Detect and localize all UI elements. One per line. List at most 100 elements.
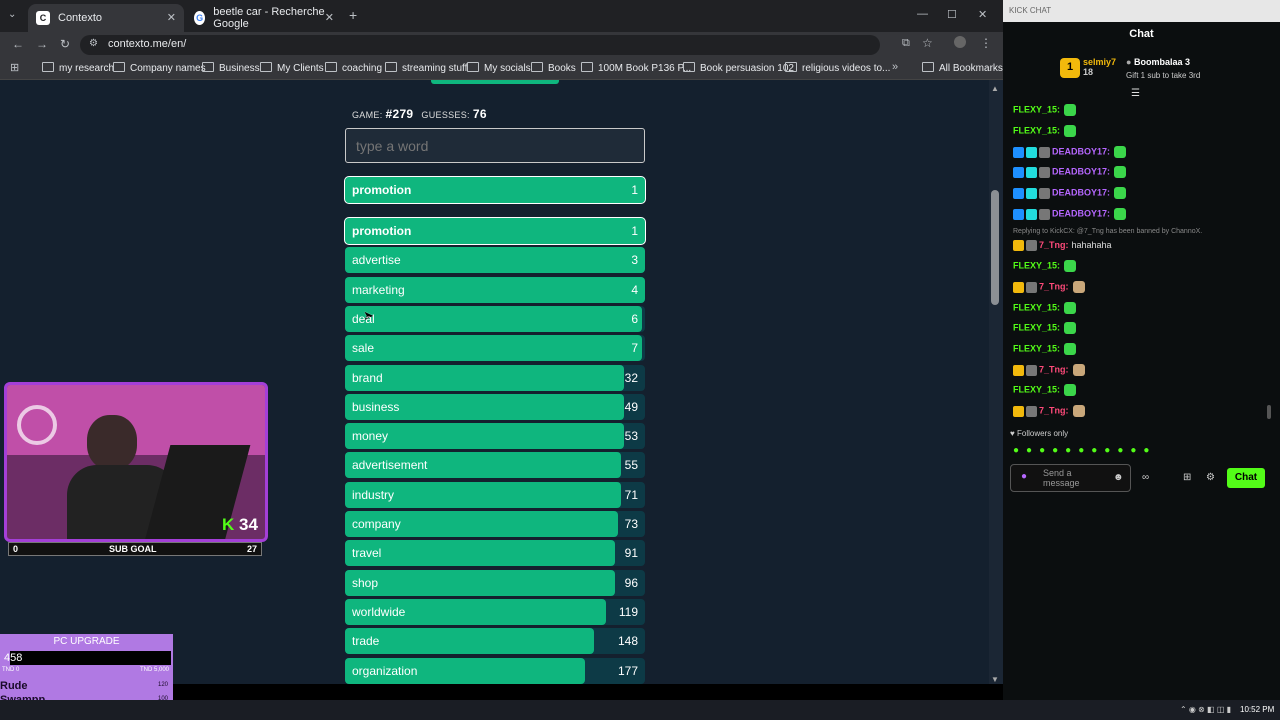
- bookmark-my-socials[interactable]: My socials: [467, 62, 531, 74]
- close-tab-icon[interactable]: ✕: [167, 11, 176, 24]
- tray-icons[interactable]: ⌃ ◉ ⊗ ◧ ◫ ▮: [1180, 705, 1231, 714]
- chat-message: FLEXY_15:: [1013, 125, 1077, 137]
- guess-word: marketing: [352, 282, 405, 297]
- chat-username[interactable]: DEADBOY17:: [1052, 146, 1110, 156]
- bookmark-religious-videos[interactable]: religious videos to...: [785, 62, 890, 74]
- guess-rank: 49: [624, 399, 638, 414]
- latest-guess-row: promotion 1: [344, 176, 646, 204]
- guess-rank: 177: [617, 663, 638, 678]
- emoji-icon[interactable]: ☻: [1113, 472, 1124, 483]
- site-info-icon[interactable]: ⚙: [89, 38, 98, 49]
- game-header: GAME: #279 GUESSES: 76: [352, 107, 495, 121]
- new-tab-button[interactable]: +: [349, 7, 357, 23]
- chat-username[interactable]: 7_Tng:: [1039, 281, 1069, 291]
- guesses-label: GUESSES:: [421, 110, 470, 120]
- chat-message: 7_Tng:: [1013, 405, 1085, 417]
- message-input[interactable]: ● Send a message ☻: [1010, 464, 1131, 492]
- chat-username[interactable]: FLEXY_15:: [1013, 343, 1060, 353]
- tab-search-icon[interactable]: ⌄: [8, 9, 16, 20]
- chat-username[interactable]: FLEXY_15:: [1013, 104, 1060, 114]
- guess-word: promotion: [352, 224, 412, 238]
- followers-only-text: Followers only: [1016, 429, 1069, 438]
- install-icon[interactable]: ⧉: [902, 37, 910, 50]
- close-window-icon[interactable]: ✕: [978, 8, 987, 21]
- reload-icon[interactable]: ↻: [60, 37, 70, 51]
- profile-avatar[interactable]: [954, 36, 966, 48]
- chat-message: FLEXY_15:: [1013, 322, 1077, 334]
- guess-similarity-bar: [345, 335, 642, 362]
- emote-bar[interactable]: ●●●●●●●●●●●: [1013, 445, 1156, 456]
- url-bar[interactable]: ⚙ contexto.me/en/: [80, 35, 880, 55]
- chat-message: DEADBOY17:: [1013, 166, 1127, 178]
- pinned-user-1: selmiy7 18: [1083, 57, 1116, 77]
- url-text: contexto.me/en/: [108, 38, 187, 50]
- chat-username[interactable]: DEADBOY17:: [1052, 166, 1110, 176]
- scrollbar-thumb[interactable]: [991, 190, 999, 305]
- tab-contexto[interactable]: C Contexto ✕: [28, 4, 184, 32]
- bookmark-star-icon[interactable]: ☆: [922, 36, 933, 50]
- chat-username[interactable]: 7_Tng:: [1039, 405, 1069, 415]
- emote-icon: [1072, 364, 1085, 376]
- bookmark-all-bookmarks[interactable]: All Bookmarks: [922, 62, 1003, 74]
- forward-icon[interactable]: →: [36, 37, 48, 51]
- chat-username[interactable]: FLEXY_15:: [1013, 384, 1060, 394]
- settings-gear-icon[interactable]: ⚙: [1206, 472, 1215, 483]
- bookmark-streaming-stuff[interactable]: streaming stuff: [385, 62, 467, 74]
- chat-username[interactable]: FLEXY_15:: [1013, 260, 1060, 270]
- google-favicon-icon: G: [194, 11, 206, 25]
- chat-message: FLEXY_15:: [1013, 104, 1077, 116]
- leader-amount: 120: [158, 682, 169, 688]
- bookmark-100m-book[interactable]: 100M Book P136 P...: [581, 62, 691, 74]
- bookmarks-bar: ⊞ my research Company names Business My …: [0, 58, 1003, 80]
- bookmark-books[interactable]: Books: [531, 62, 576, 74]
- collapse-icon[interactable]: ☰: [1131, 88, 1140, 99]
- chat-message: FLEXY_15:: [1013, 343, 1077, 355]
- bookmarks-more-icon[interactable]: »: [892, 61, 898, 73]
- gift-shop-icon[interactable]: ⊞: [1183, 472, 1191, 483]
- bookmark-book-persuasion[interactable]: Book persuasion 102: [683, 62, 794, 74]
- mic-icon[interactable]: ●: [1021, 471, 1027, 482]
- gift-icon: ●: [1126, 57, 1132, 67]
- chat-message: FLEXY_15:: [1013, 302, 1077, 314]
- bookmark-my-clients[interactable]: My Clients: [260, 62, 324, 74]
- gift-leader-badge-icon: 1: [1060, 58, 1080, 78]
- bookmark-my-research[interactable]: my research: [42, 62, 114, 74]
- chat-text: hahahaha: [1071, 240, 1112, 250]
- scroll-up-icon[interactable]: ▲: [991, 84, 999, 93]
- chat-scrollbar[interactable]: [1267, 405, 1271, 419]
- chat-username[interactable]: FLEXY_15:: [1013, 125, 1060, 135]
- user-badge-icon: [1013, 166, 1024, 178]
- chat-username[interactable]: DEADBOY17:: [1052, 208, 1110, 218]
- bookmark-company-names[interactable]: Company names: [113, 62, 206, 74]
- page-scrollbar[interactable]: [989, 80, 1003, 684]
- guess-word: business: [352, 399, 400, 414]
- sub-goal-label: SUB GOAL: [109, 544, 157, 554]
- guess-word: money: [352, 429, 389, 444]
- pinned-username: selmiy7: [1083, 57, 1117, 67]
- bookmark-business[interactable]: Business: [202, 62, 260, 74]
- close-tab-icon[interactable]: ✕: [325, 11, 334, 24]
- apps-icon[interactable]: ⊞: [10, 61, 19, 74]
- user-badge-icon: [1039, 187, 1050, 199]
- minimize-icon[interactable]: —: [917, 8, 928, 20]
- guess-row: promotion 1: [344, 217, 646, 245]
- user-badge-icon: [1026, 208, 1037, 220]
- chat-username[interactable]: 7_Tng:: [1039, 364, 1069, 374]
- chat-username[interactable]: DEADBOY17:: [1052, 187, 1110, 197]
- clock: 10:52 PM: [1240, 705, 1275, 714]
- send-chat-button[interactable]: Chat: [1227, 468, 1265, 488]
- bookmark-coaching[interactable]: coaching: [325, 62, 382, 74]
- scroll-down-icon[interactable]: ▼: [991, 675, 999, 684]
- menu-icon[interactable]: ⋮: [980, 36, 992, 50]
- guess-row: business 49: [345, 393, 645, 420]
- chat-username[interactable]: FLEXY_15:: [1013, 322, 1060, 332]
- chat-username[interactable]: 7_Tng:: [1039, 240, 1069, 250]
- back-icon[interactable]: ←: [12, 37, 24, 51]
- sub-goal-min: 0: [13, 544, 19, 554]
- word-input[interactable]: [345, 128, 645, 163]
- points-icon[interactable]: ∞: [1142, 472, 1149, 483]
- tab-google[interactable]: G beetle car - Recherche Google ✕: [186, 4, 342, 32]
- chat-username[interactable]: FLEXY_15:: [1013, 302, 1060, 312]
- maximize-icon[interactable]: ☐: [947, 8, 957, 21]
- guess-similarity-bar: [345, 364, 624, 391]
